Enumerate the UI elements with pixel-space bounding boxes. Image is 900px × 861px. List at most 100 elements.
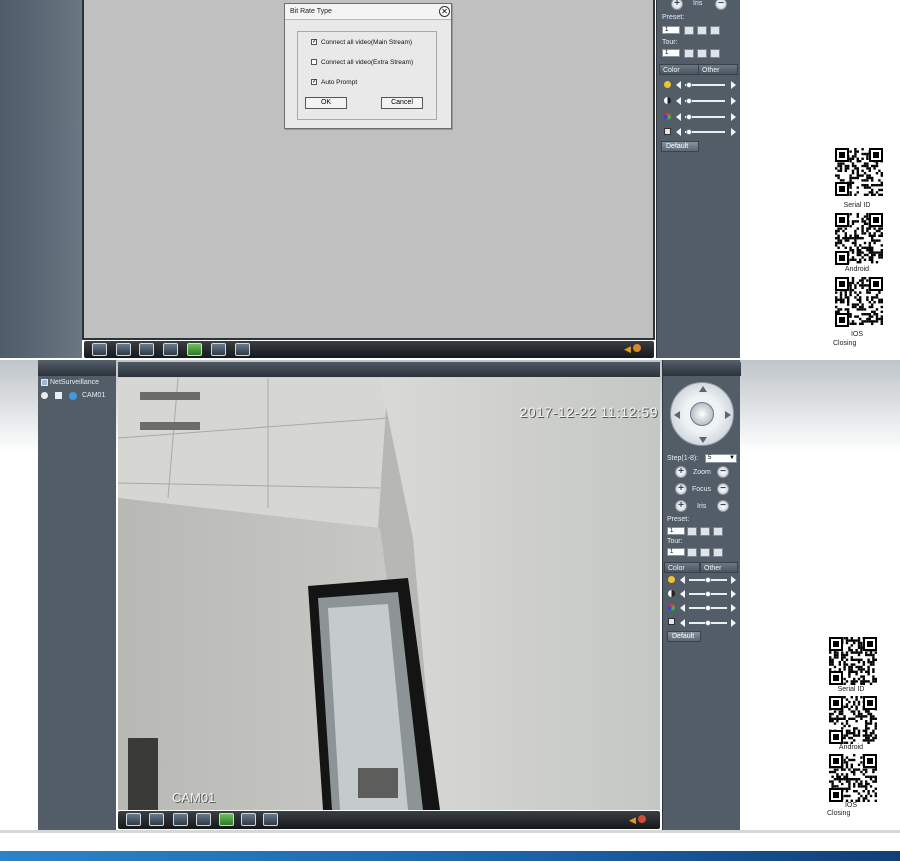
step-select[interactable]: 5 ▼ bbox=[705, 454, 737, 463]
ptz-left-arrow-icon[interactable] bbox=[674, 411, 680, 419]
mute-icon[interactable] bbox=[638, 815, 646, 823]
close-video-icon[interactable] bbox=[235, 343, 250, 356]
extra-stream-checkbox[interactable] bbox=[311, 59, 317, 65]
saturation-knob[interactable] bbox=[705, 605, 711, 611]
tour-grid-button[interactable] bbox=[713, 548, 723, 557]
ptz-direction-pad[interactable] bbox=[670, 382, 734, 446]
tour-label: Tour: bbox=[662, 39, 678, 46]
saturation-decrease[interactable] bbox=[680, 604, 685, 612]
single-window-icon[interactable] bbox=[116, 343, 131, 356]
record-icon[interactable] bbox=[139, 343, 154, 356]
mute-icon[interactable] bbox=[633, 344, 641, 352]
contrast-increase[interactable] bbox=[731, 97, 736, 105]
tab-color[interactable]: Color bbox=[659, 64, 699, 75]
volume-icon[interactable]: ◀ bbox=[624, 344, 631, 355]
tour-grid-button[interactable] bbox=[710, 49, 720, 58]
tour-stop-button[interactable] bbox=[700, 548, 710, 557]
preset-goto-button[interactable] bbox=[684, 26, 694, 35]
brightness-knob[interactable] bbox=[705, 577, 711, 583]
camera-video-view[interactable]: 2017-12-22 11:12:59 CAM01 bbox=[118, 378, 660, 810]
focus-far-button[interactable]: − bbox=[717, 483, 729, 495]
snapshot-icon[interactable] bbox=[187, 343, 202, 356]
brightness-knob[interactable] bbox=[686, 82, 692, 88]
ptz-right-arrow-icon[interactable] bbox=[725, 411, 731, 419]
main-stream-checkbox[interactable]: ✓ bbox=[311, 39, 317, 45]
contrast-decrease[interactable] bbox=[680, 590, 685, 598]
auto-prompt-checkbox[interactable]: ✓ bbox=[311, 79, 317, 85]
fullscreen-icon[interactable] bbox=[92, 343, 107, 356]
tree-root-label[interactable]: NetSurveillance bbox=[50, 379, 99, 386]
tour-play-button[interactable] bbox=[684, 49, 694, 58]
tour-input[interactable]: 1 bbox=[662, 49, 680, 57]
playback-icon[interactable] bbox=[241, 813, 256, 826]
ptz-down-arrow-icon[interactable] bbox=[699, 437, 707, 443]
brightness-increase[interactable] bbox=[731, 576, 736, 584]
preset-remove-button[interactable] bbox=[713, 527, 723, 536]
hue-increase[interactable] bbox=[731, 619, 736, 627]
dialog-close-button[interactable]: ✕ bbox=[439, 6, 450, 17]
preset-remove-button[interactable] bbox=[710, 26, 720, 35]
iris-plus-button[interactable]: + bbox=[671, 0, 683, 10]
snapshot-icon[interactable] bbox=[219, 813, 234, 826]
tree-camera-icon[interactable] bbox=[69, 392, 77, 400]
contrast-decrease[interactable] bbox=[676, 97, 681, 105]
record-icon[interactable] bbox=[173, 813, 188, 826]
single-window-icon[interactable] bbox=[149, 813, 164, 826]
brightness-increase[interactable] bbox=[731, 81, 736, 89]
tree-play-icon[interactable] bbox=[55, 392, 62, 399]
bottom-video-toolbar: ◀ bbox=[118, 811, 660, 829]
hue-knob[interactable] bbox=[705, 620, 711, 626]
contrast-increase[interactable] bbox=[731, 590, 736, 598]
tree-camera-label[interactable]: CAM01 bbox=[82, 392, 105, 399]
hue-decrease[interactable] bbox=[680, 619, 685, 627]
tab-other[interactable]: Other bbox=[700, 562, 738, 573]
ok-button[interactable]: OK bbox=[305, 97, 347, 109]
hue-increase[interactable] bbox=[731, 128, 736, 136]
iris-minus-button[interactable]: − bbox=[715, 0, 727, 10]
qr-android-icon bbox=[835, 213, 883, 265]
stop-record-icon[interactable] bbox=[163, 343, 178, 356]
contrast-knob[interactable] bbox=[686, 98, 692, 104]
ptz-up-arrow-icon[interactable] bbox=[699, 386, 707, 392]
tab-other[interactable]: Other bbox=[698, 64, 738, 75]
main-stream-label: Connect all video(Main Stream) bbox=[321, 39, 413, 46]
preset-add-button[interactable] bbox=[697, 26, 707, 35]
hue-decrease[interactable] bbox=[676, 128, 681, 136]
closing-label-top[interactable]: Closing bbox=[833, 340, 856, 347]
tab-color[interactable]: Color bbox=[664, 562, 700, 573]
hue-knob[interactable] bbox=[686, 129, 692, 135]
preset-goto-button[interactable] bbox=[687, 527, 697, 536]
saturation-knob[interactable] bbox=[686, 114, 692, 120]
brightness-decrease[interactable] bbox=[680, 576, 685, 584]
close-video-icon[interactable] bbox=[263, 813, 278, 826]
saturation-decrease[interactable] bbox=[676, 113, 681, 121]
default-button[interactable]: Default bbox=[661, 141, 699, 152]
saturation-increase[interactable] bbox=[731, 604, 736, 612]
top-video-toolbar: ◀ bbox=[84, 341, 654, 358]
brightness-decrease[interactable] bbox=[676, 81, 681, 89]
tour-input[interactable]: 1 bbox=[667, 548, 685, 556]
closing-label-bottom[interactable]: Closing bbox=[827, 810, 850, 817]
tree-record-icon[interactable] bbox=[41, 392, 48, 399]
focus-near-button[interactable]: + bbox=[675, 483, 687, 495]
stop-record-icon[interactable] bbox=[196, 813, 211, 826]
preset-input[interactable]: 1 bbox=[667, 527, 685, 535]
iris-close-button[interactable]: − bbox=[717, 500, 729, 512]
zoom-out-button[interactable]: − bbox=[717, 466, 729, 478]
preset-input[interactable]: 1 bbox=[662, 26, 680, 34]
volume-icon[interactable]: ◀ bbox=[629, 815, 636, 826]
saturation-increase[interactable] bbox=[731, 113, 736, 121]
fullscreen-icon[interactable] bbox=[126, 813, 141, 826]
default-button[interactable]: Default bbox=[667, 631, 701, 642]
zoom-in-button[interactable]: + bbox=[675, 466, 687, 478]
cancel-button[interactable]: Cancel bbox=[381, 97, 423, 109]
preset-add-button[interactable] bbox=[700, 527, 710, 536]
ptz-center-button[interactable] bbox=[690, 402, 714, 426]
tour-stop-button[interactable] bbox=[697, 49, 707, 58]
tour-play-button[interactable] bbox=[687, 548, 697, 557]
qr-android-bottom bbox=[829, 696, 877, 744]
contrast-knob[interactable] bbox=[705, 591, 711, 597]
qr-ios bbox=[835, 277, 883, 327]
iris-open-button[interactable]: + bbox=[675, 500, 687, 512]
playback-icon[interactable] bbox=[211, 343, 226, 356]
